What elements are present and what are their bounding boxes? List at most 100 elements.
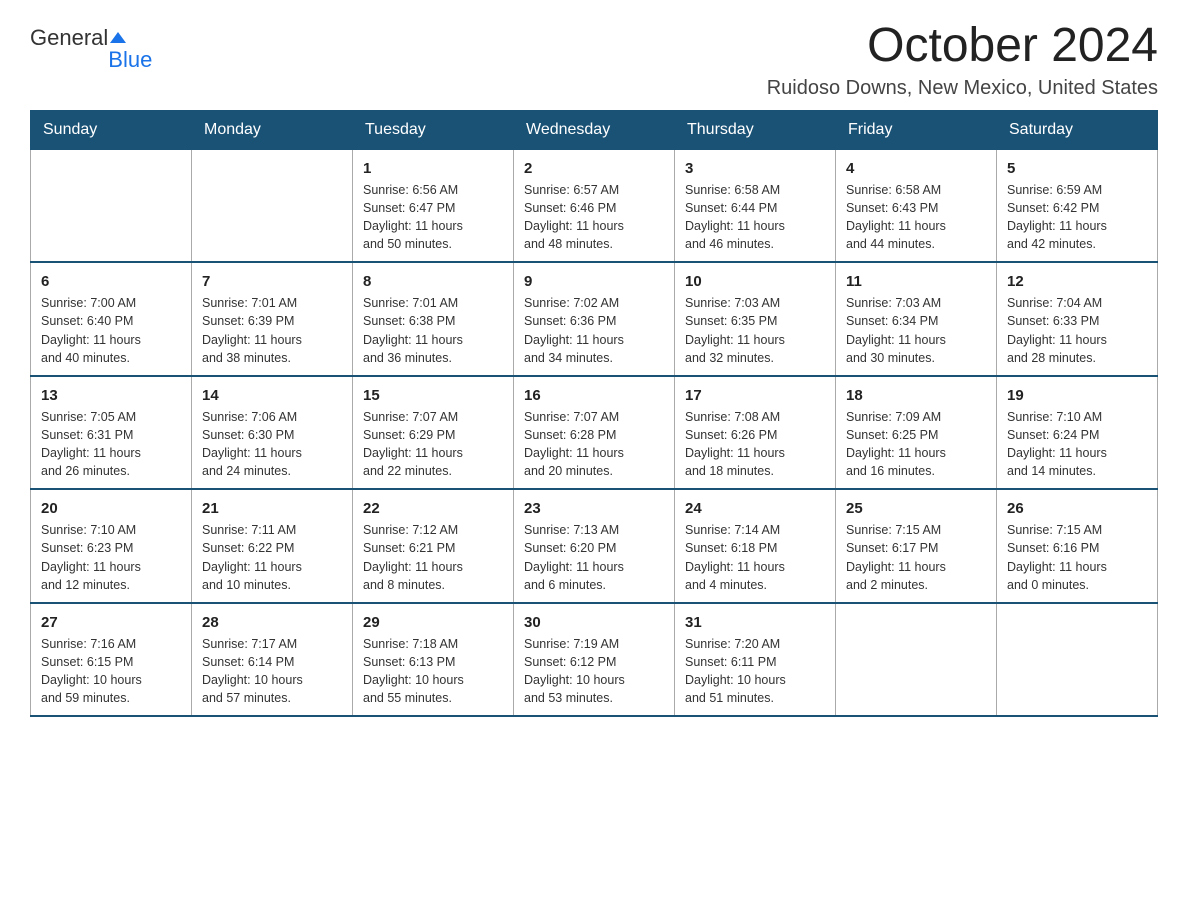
day-number: 3 [685, 158, 825, 179]
location-subtitle: Ruidoso Downs, New Mexico, United States [767, 77, 1158, 100]
day-number: 27 [41, 612, 181, 633]
day-sun-info: Sunrise: 7:05 AM Sunset: 6:31 PM Dayligh… [41, 408, 181, 481]
calendar-cell: 21Sunrise: 7:11 AM Sunset: 6:22 PM Dayli… [192, 489, 353, 603]
day-number: 10 [685, 271, 825, 292]
month-year-title: October 2024 [767, 20, 1158, 73]
calendar-cell: 25Sunrise: 7:15 AM Sunset: 6:17 PM Dayli… [836, 489, 997, 603]
day-number: 1 [363, 158, 503, 179]
day-number: 19 [1007, 385, 1147, 406]
calendar-cell: 19Sunrise: 7:10 AM Sunset: 6:24 PM Dayli… [997, 376, 1158, 490]
calendar-cell: 8Sunrise: 7:01 AM Sunset: 6:38 PM Daylig… [353, 262, 514, 376]
calendar-cell: 6Sunrise: 7:00 AM Sunset: 6:40 PM Daylig… [31, 262, 192, 376]
column-header-wednesday: Wednesday [514, 110, 675, 149]
calendar-cell: 3Sunrise: 6:58 AM Sunset: 6:44 PM Daylig… [675, 149, 836, 262]
day-number: 9 [524, 271, 664, 292]
day-sun-info: Sunrise: 6:59 AM Sunset: 6:42 PM Dayligh… [1007, 181, 1147, 254]
day-number: 21 [202, 498, 342, 519]
day-sun-info: Sunrise: 7:04 AM Sunset: 6:33 PM Dayligh… [1007, 294, 1147, 367]
day-sun-info: Sunrise: 7:06 AM Sunset: 6:30 PM Dayligh… [202, 408, 342, 481]
calendar-cell [31, 149, 192, 262]
day-number: 7 [202, 271, 342, 292]
column-header-tuesday: Tuesday [353, 110, 514, 149]
day-sun-info: Sunrise: 7:08 AM Sunset: 6:26 PM Dayligh… [685, 408, 825, 481]
day-sun-info: Sunrise: 7:02 AM Sunset: 6:36 PM Dayligh… [524, 294, 664, 367]
day-sun-info: Sunrise: 7:01 AM Sunset: 6:39 PM Dayligh… [202, 294, 342, 367]
calendar-cell: 22Sunrise: 7:12 AM Sunset: 6:21 PM Dayli… [353, 489, 514, 603]
calendar-week-row: 20Sunrise: 7:10 AM Sunset: 6:23 PM Dayli… [31, 489, 1158, 603]
day-number: 2 [524, 158, 664, 179]
calendar-cell: 20Sunrise: 7:10 AM Sunset: 6:23 PM Dayli… [31, 489, 192, 603]
day-sun-info: Sunrise: 7:11 AM Sunset: 6:22 PM Dayligh… [202, 521, 342, 594]
day-number: 6 [41, 271, 181, 292]
calendar-cell: 10Sunrise: 7:03 AM Sunset: 6:35 PM Dayli… [675, 262, 836, 376]
calendar-week-row: 27Sunrise: 7:16 AM Sunset: 6:15 PM Dayli… [31, 603, 1158, 717]
calendar-cell: 4Sunrise: 6:58 AM Sunset: 6:43 PM Daylig… [836, 149, 997, 262]
column-header-sunday: Sunday [31, 110, 192, 149]
day-number: 26 [1007, 498, 1147, 519]
day-sun-info: Sunrise: 7:16 AM Sunset: 6:15 PM Dayligh… [41, 635, 181, 708]
calendar-cell: 1Sunrise: 6:56 AM Sunset: 6:47 PM Daylig… [353, 149, 514, 262]
day-sun-info: Sunrise: 7:03 AM Sunset: 6:34 PM Dayligh… [846, 294, 986, 367]
day-number: 5 [1007, 158, 1147, 179]
calendar-cell: 14Sunrise: 7:06 AM Sunset: 6:30 PM Dayli… [192, 376, 353, 490]
day-number: 20 [41, 498, 181, 519]
day-number: 15 [363, 385, 503, 406]
calendar-cell: 7Sunrise: 7:01 AM Sunset: 6:39 PM Daylig… [192, 262, 353, 376]
calendar-cell: 29Sunrise: 7:18 AM Sunset: 6:13 PM Dayli… [353, 603, 514, 717]
day-number: 8 [363, 271, 503, 292]
calendar-cell: 9Sunrise: 7:02 AM Sunset: 6:36 PM Daylig… [514, 262, 675, 376]
calendar-table: SundayMondayTuesdayWednesdayThursdayFrid… [30, 110, 1158, 718]
day-sun-info: Sunrise: 7:09 AM Sunset: 6:25 PM Dayligh… [846, 408, 986, 481]
day-number: 23 [524, 498, 664, 519]
day-number: 14 [202, 385, 342, 406]
day-sun-info: Sunrise: 6:57 AM Sunset: 6:46 PM Dayligh… [524, 181, 664, 254]
day-number: 30 [524, 612, 664, 633]
day-sun-info: Sunrise: 7:19 AM Sunset: 6:12 PM Dayligh… [524, 635, 664, 708]
logo-blue-text: Blue [108, 47, 152, 73]
calendar-cell: 15Sunrise: 7:07 AM Sunset: 6:29 PM Dayli… [353, 376, 514, 490]
day-sun-info: Sunrise: 7:14 AM Sunset: 6:18 PM Dayligh… [685, 521, 825, 594]
calendar-cell: 5Sunrise: 6:59 AM Sunset: 6:42 PM Daylig… [997, 149, 1158, 262]
day-sun-info: Sunrise: 7:12 AM Sunset: 6:21 PM Dayligh… [363, 521, 503, 594]
column-header-thursday: Thursday [675, 110, 836, 149]
calendar-cell [997, 603, 1158, 717]
calendar-cell: 31Sunrise: 7:20 AM Sunset: 6:11 PM Dayli… [675, 603, 836, 717]
logo-content: General General Blue [30, 25, 152, 73]
day-sun-info: Sunrise: 7:17 AM Sunset: 6:14 PM Dayligh… [202, 635, 342, 708]
column-header-friday: Friday [836, 110, 997, 149]
logo-triangle-up [110, 32, 126, 43]
day-number: 22 [363, 498, 503, 519]
day-number: 16 [524, 385, 664, 406]
day-sun-info: Sunrise: 7:20 AM Sunset: 6:11 PM Dayligh… [685, 635, 825, 708]
calendar-cell: 23Sunrise: 7:13 AM Sunset: 6:20 PM Dayli… [514, 489, 675, 603]
calendar-week-row: 1Sunrise: 6:56 AM Sunset: 6:47 PM Daylig… [31, 149, 1158, 262]
logo-general-text: General [30, 25, 108, 51]
calendar-cell: 27Sunrise: 7:16 AM Sunset: 6:15 PM Dayli… [31, 603, 192, 717]
day-sun-info: Sunrise: 7:13 AM Sunset: 6:20 PM Dayligh… [524, 521, 664, 594]
header: General General Blue October 2024 Ruidos… [30, 20, 1158, 100]
calendar-cell: 28Sunrise: 7:17 AM Sunset: 6:14 PM Dayli… [192, 603, 353, 717]
day-number: 25 [846, 498, 986, 519]
calendar-cell: 13Sunrise: 7:05 AM Sunset: 6:31 PM Dayli… [31, 376, 192, 490]
calendar-cell: 12Sunrise: 7:04 AM Sunset: 6:33 PM Dayli… [997, 262, 1158, 376]
day-sun-info: Sunrise: 7:15 AM Sunset: 6:17 PM Dayligh… [846, 521, 986, 594]
calendar-cell: 11Sunrise: 7:03 AM Sunset: 6:34 PM Dayli… [836, 262, 997, 376]
day-number: 24 [685, 498, 825, 519]
column-header-monday: Monday [192, 110, 353, 149]
calendar-week-row: 13Sunrise: 7:05 AM Sunset: 6:31 PM Dayli… [31, 376, 1158, 490]
day-number: 18 [846, 385, 986, 406]
calendar-cell: 30Sunrise: 7:19 AM Sunset: 6:12 PM Dayli… [514, 603, 675, 717]
day-sun-info: Sunrise: 7:10 AM Sunset: 6:24 PM Dayligh… [1007, 408, 1147, 481]
calendar-cell: 17Sunrise: 7:08 AM Sunset: 6:26 PM Dayli… [675, 376, 836, 490]
title-area: October 2024 Ruidoso Downs, New Mexico, … [767, 20, 1158, 100]
calendar-cell: 18Sunrise: 7:09 AM Sunset: 6:25 PM Dayli… [836, 376, 997, 490]
day-number: 12 [1007, 271, 1147, 292]
day-number: 4 [846, 158, 986, 179]
calendar-cell [836, 603, 997, 717]
calendar-cell: 24Sunrise: 7:14 AM Sunset: 6:18 PM Dayli… [675, 489, 836, 603]
calendar-week-row: 6Sunrise: 7:00 AM Sunset: 6:40 PM Daylig… [31, 262, 1158, 376]
day-number: 11 [846, 271, 986, 292]
column-header-saturday: Saturday [997, 110, 1158, 149]
day-sun-info: Sunrise: 7:03 AM Sunset: 6:35 PM Dayligh… [685, 294, 825, 367]
calendar-cell: 26Sunrise: 7:15 AM Sunset: 6:16 PM Dayli… [997, 489, 1158, 603]
